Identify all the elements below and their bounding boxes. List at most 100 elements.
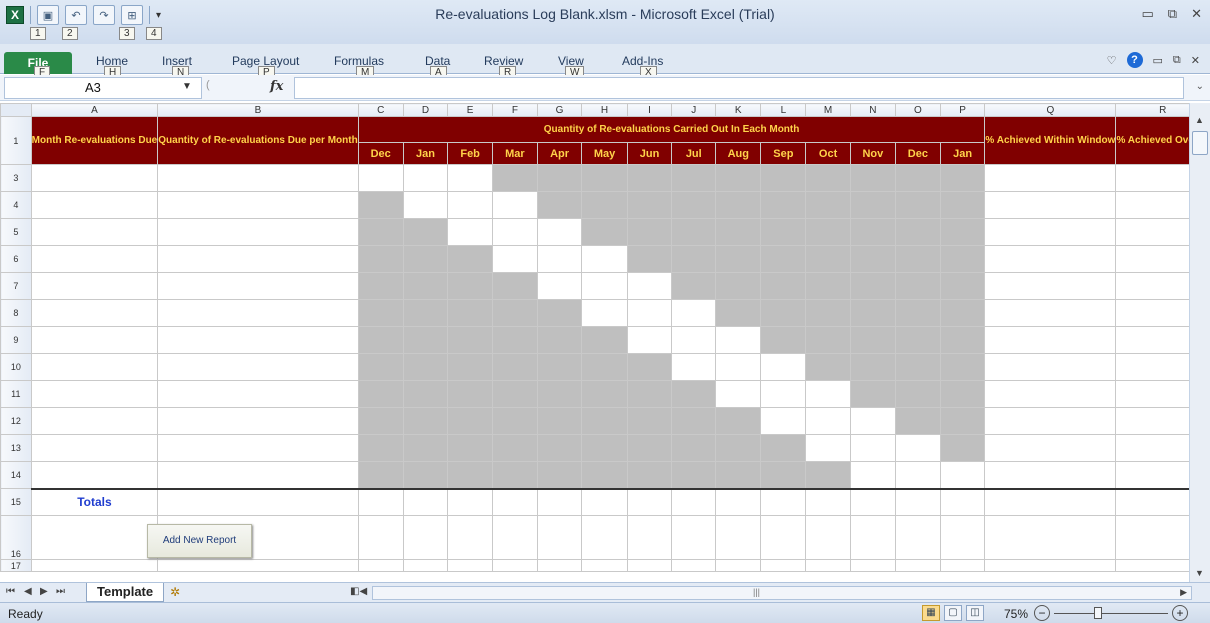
month-header[interactable]: Jan xyxy=(939,142,986,165)
month-count-cell[interactable] xyxy=(671,272,717,300)
pct-within-cell[interactable] xyxy=(984,326,1117,354)
insert-sheet-icon[interactable]: ✲ xyxy=(170,585,180,599)
month-count-cell[interactable] xyxy=(939,353,986,381)
month-count-cell[interactable] xyxy=(536,245,583,273)
month-count-cell[interactable] xyxy=(492,434,538,462)
help-icon[interactable]: ? xyxy=(1126,52,1143,68)
month-count-cell[interactable] xyxy=(581,380,628,408)
month-count-cell[interactable] xyxy=(402,461,449,489)
month-due-cell[interactable] xyxy=(30,218,159,246)
empty-cell[interactable] xyxy=(402,515,449,560)
row-header[interactable]: 7 xyxy=(0,272,32,300)
month-count-cell[interactable] xyxy=(805,434,851,462)
month-header[interactable]: Jun xyxy=(626,142,673,165)
month-count-cell[interactable] xyxy=(715,191,762,219)
month-count-cell[interactable] xyxy=(492,218,538,246)
total-cell[interactable] xyxy=(984,487,1117,516)
month-count-cell[interactable] xyxy=(626,191,673,219)
column-header-d[interactable]: D xyxy=(402,103,449,117)
month-count-cell[interactable] xyxy=(447,218,494,246)
month-count-cell[interactable] xyxy=(447,191,494,219)
zoom-out-icon[interactable]: − xyxy=(1034,605,1050,621)
total-cell[interactable] xyxy=(849,487,896,516)
empty-cell[interactable] xyxy=(447,515,494,560)
tab-split-handle-icon[interactable]: ◧◀ xyxy=(350,586,367,597)
row-header[interactable]: 9 xyxy=(0,326,32,354)
row-header[interactable]: 12 xyxy=(0,407,32,435)
pct-within-cell[interactable] xyxy=(984,380,1117,408)
month-count-cell[interactable] xyxy=(402,380,449,408)
quantity-due-cell[interactable] xyxy=(157,380,359,408)
total-cell[interactable] xyxy=(447,487,494,516)
month-count-cell[interactable] xyxy=(536,380,583,408)
month-header[interactable]: Sep xyxy=(760,142,807,165)
month-count-cell[interactable] xyxy=(760,353,807,381)
month-count-cell[interactable] xyxy=(402,164,449,192)
month-count-cell[interactable] xyxy=(447,272,494,300)
month-count-cell[interactable] xyxy=(849,434,896,462)
month-count-cell[interactable] xyxy=(581,191,628,219)
month-count-cell[interactable] xyxy=(805,272,851,300)
empty-cell[interactable] xyxy=(581,515,628,560)
column-header-g[interactable]: G xyxy=(536,103,583,117)
total-cell[interactable] xyxy=(894,487,941,516)
month-count-cell[interactable] xyxy=(849,353,896,381)
scroll-up-icon[interactable]: ▲ xyxy=(1195,115,1204,125)
month-count-cell[interactable] xyxy=(492,461,538,489)
month-header[interactable]: Feb xyxy=(447,142,494,165)
month-header[interactable]: Oct xyxy=(805,142,851,165)
month-count-cell[interactable] xyxy=(849,461,896,489)
month-count-cell[interactable] xyxy=(357,218,404,246)
month-count-cell[interactable] xyxy=(805,218,851,246)
month-count-cell[interactable] xyxy=(939,299,986,327)
workbook-close-icon[interactable]: ✕ xyxy=(1191,54,1200,67)
month-due-cell[interactable] xyxy=(30,272,159,300)
month-count-cell[interactable] xyxy=(894,245,941,273)
month-count-cell[interactable] xyxy=(849,218,896,246)
column-header-l[interactable]: L xyxy=(760,103,807,117)
next-sheet-icon[interactable]: ▶ xyxy=(40,586,48,597)
month-count-cell[interactable] xyxy=(939,434,986,462)
total-cell[interactable] xyxy=(939,487,986,516)
month-count-cell[interactable] xyxy=(760,272,807,300)
month-count-cell[interactable] xyxy=(492,191,538,219)
pct-within-cell[interactable] xyxy=(984,407,1117,435)
month-header[interactable]: Jul xyxy=(671,142,717,165)
month-count-cell[interactable] xyxy=(581,272,628,300)
row-header[interactable]: 13 xyxy=(0,434,32,462)
month-header[interactable]: Dec xyxy=(894,142,941,165)
page-break-view-icon[interactable]: ◫ xyxy=(966,605,984,621)
month-count-cell[interactable] xyxy=(671,461,717,489)
month-count-cell[interactable] xyxy=(492,299,538,327)
row-header[interactable]: 11 xyxy=(0,380,32,408)
name-box-dropdown-icon[interactable]: ▼ xyxy=(182,81,192,92)
pct-within-cell[interactable] xyxy=(984,191,1117,219)
month-count-cell[interactable] xyxy=(805,326,851,354)
quantity-due-cell[interactable] xyxy=(157,272,359,300)
column-header-a[interactable]: A xyxy=(30,103,159,117)
quantity-due-cell[interactable] xyxy=(157,191,359,219)
month-count-cell[interactable] xyxy=(581,299,628,327)
close-icon[interactable]: ✕ xyxy=(1191,6,1202,22)
month-header[interactable]: Nov xyxy=(849,142,896,165)
month-count-cell[interactable] xyxy=(805,299,851,327)
month-count-cell[interactable] xyxy=(581,326,628,354)
month-header[interactable]: Jan xyxy=(402,142,449,165)
row-header[interactable]: 3 xyxy=(0,164,32,192)
month-count-cell[interactable] xyxy=(536,191,583,219)
row-header[interactable]: 10 xyxy=(0,353,32,381)
column-header-f[interactable]: F xyxy=(492,103,538,117)
column-header-h[interactable]: H xyxy=(581,103,628,117)
month-count-cell[interactable] xyxy=(447,407,494,435)
add-new-report-button[interactable]: Add New Report xyxy=(147,524,252,558)
month-count-cell[interactable] xyxy=(402,191,449,219)
row-header[interactable]: 4 xyxy=(0,191,32,219)
ribbon-collapse-icon[interactable]: ♡ xyxy=(1107,54,1117,67)
row-header[interactable]: 14 xyxy=(0,461,32,489)
month-count-cell[interactable] xyxy=(447,434,494,462)
month-count-cell[interactable] xyxy=(626,353,673,381)
total-cell[interactable] xyxy=(760,487,807,516)
normal-view-icon[interactable]: ▦ xyxy=(922,605,940,621)
month-count-cell[interactable] xyxy=(671,407,717,435)
month-count-cell[interactable] xyxy=(626,218,673,246)
